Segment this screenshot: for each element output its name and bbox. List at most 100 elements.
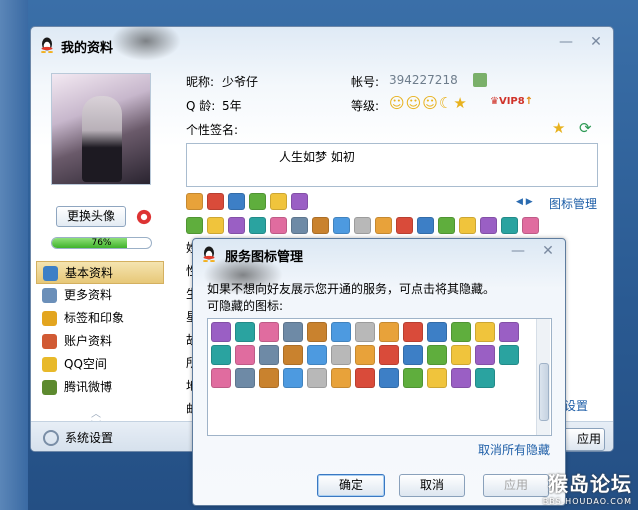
- service-icon[interactable]: [283, 345, 303, 365]
- service-icon[interactable]: [207, 217, 224, 234]
- star-edit-icon[interactable]: ★: [552, 119, 565, 137]
- dialog-minimize-button[interactable]: —: [507, 242, 529, 260]
- hideable-icons-list[interactable]: [207, 318, 552, 436]
- service-icon[interactable]: [235, 345, 255, 365]
- minimize-button[interactable]: —: [555, 33, 577, 51]
- vertical-scrollbar[interactable]: [536, 319, 550, 435]
- service-icon[interactable]: [211, 345, 231, 365]
- unhide-all-link[interactable]: 取消所有隐藏: [478, 441, 550, 458]
- service-icon[interactable]: [355, 322, 375, 342]
- service-icon[interactable]: [291, 217, 308, 234]
- service-icon[interactable]: [475, 368, 495, 388]
- service-icon[interactable]: [354, 217, 371, 234]
- service-icon[interactable]: [417, 217, 434, 234]
- service-icon[interactable]: [211, 368, 231, 388]
- service-icon[interactable]: [228, 193, 245, 210]
- service-icon[interactable]: [480, 217, 497, 234]
- service-icon[interactable]: [427, 322, 447, 342]
- sidebar-item-account[interactable]: 账户资料: [36, 330, 164, 353]
- service-icon[interactable]: [283, 322, 303, 342]
- history-icon[interactable]: ⟳: [579, 119, 592, 137]
- scrollbar-thumb[interactable]: [539, 363, 549, 421]
- service-icon[interactable]: [459, 217, 476, 234]
- service-icon[interactable]: [270, 193, 287, 210]
- service-icon[interactable]: [522, 217, 539, 234]
- qrcode-icon[interactable]: [473, 73, 487, 87]
- avatar[interactable]: [51, 73, 151, 185]
- service-icon[interactable]: [283, 368, 303, 388]
- service-icon[interactable]: [379, 322, 399, 342]
- service-icon[interactable]: [451, 322, 471, 342]
- service-icon[interactable]: [355, 345, 375, 365]
- service-icon[interactable]: [451, 345, 471, 365]
- service-icon[interactable]: [249, 217, 266, 234]
- service-icon[interactable]: [186, 193, 203, 210]
- sidebar-item-qzone[interactable]: QQ空间: [36, 353, 164, 376]
- cancel-button[interactable]: 取消: [399, 474, 465, 497]
- camera-icon[interactable]: [136, 209, 152, 225]
- service-icon[interactable]: [451, 368, 471, 388]
- service-icon[interactable]: [249, 193, 266, 210]
- service-icon[interactable]: [438, 217, 455, 234]
- service-icon[interactable]: [403, 345, 423, 365]
- service-icon[interactable]: [307, 345, 327, 365]
- document-icon: [42, 288, 57, 303]
- service-icon[interactable]: [501, 217, 518, 234]
- service-icon[interactable]: [499, 322, 519, 342]
- service-icon[interactable]: [307, 322, 327, 342]
- dialog-close-button[interactable]: ✕: [537, 242, 559, 260]
- service-icon[interactable]: [207, 193, 224, 210]
- service-icon[interactable]: [403, 368, 423, 388]
- service-icon[interactable]: [270, 217, 287, 234]
- service-icon[interactable]: [427, 368, 447, 388]
- age-value: 5年: [222, 99, 242, 113]
- service-icon[interactable]: [375, 217, 392, 234]
- service-icon[interactable]: [355, 368, 375, 388]
- service-icon[interactable]: [475, 345, 495, 365]
- service-icon[interactable]: [259, 368, 279, 388]
- service-icon[interactable]: [259, 322, 279, 342]
- service-icon[interactable]: [379, 345, 399, 365]
- service-icon[interactable]: [475, 322, 495, 342]
- service-icon[interactable]: [312, 217, 329, 234]
- service-icon[interactable]: [379, 368, 399, 388]
- settings-partial-link[interactable]: 设置: [564, 397, 588, 414]
- sun-icon: ☺: [422, 94, 439, 112]
- sidebar-item-label: 更多资料: [64, 288, 113, 302]
- sidebar-nav: 基本资料 更多资料 标签和印象 账户资料 QQ空间 腾讯微博: [36, 261, 164, 399]
- ok-button[interactable]: 确定: [317, 474, 385, 497]
- upgrade-arrow-icon: ↑: [524, 96, 534, 107]
- forum-watermark: 猴岛论坛 BBS.HOUDAO.COM: [543, 468, 632, 506]
- service-icon[interactable]: [235, 322, 255, 342]
- service-icon[interactable]: [235, 368, 255, 388]
- qq-penguin-icon: [41, 37, 53, 53]
- sidebar-item-more-info[interactable]: 更多资料: [36, 284, 164, 307]
- service-icon[interactable]: [291, 193, 308, 210]
- service-icon[interactable]: [307, 368, 327, 388]
- service-icon[interactable]: [186, 217, 203, 234]
- service-icon[interactable]: [427, 345, 447, 365]
- service-icon[interactable]: [403, 322, 423, 342]
- vip-badge[interactable]: ♛VIP8↑: [490, 96, 533, 107]
- icon-manage-link[interactable]: 图标管理: [549, 195, 597, 212]
- service-icon[interactable]: [259, 345, 279, 365]
- sidebar-item-weibo[interactable]: 腾讯微博: [36, 376, 164, 399]
- age-label: Q 龄:: [186, 99, 216, 113]
- sidebar-item-basic-info[interactable]: 基本资料: [36, 261, 164, 284]
- icon-row-arrows[interactable]: ◀ ▶: [516, 197, 533, 207]
- signature-input[interactable]: 人生如梦 如初: [186, 143, 598, 187]
- service-icon[interactable]: [331, 368, 351, 388]
- service-icon[interactable]: [211, 322, 231, 342]
- change-avatar-button[interactable]: 更换头像: [56, 206, 126, 227]
- service-icon[interactable]: [333, 217, 350, 234]
- system-settings-button[interactable]: 系统设置: [43, 427, 113, 449]
- service-icon[interactable]: [331, 345, 351, 365]
- service-icon[interactable]: [228, 217, 245, 234]
- service-icon[interactable]: [331, 322, 351, 342]
- service-icon[interactable]: [499, 345, 519, 365]
- service-icon[interactable]: [396, 217, 413, 234]
- dialog-instruction: 如果不想向好友展示您开通的服务，可点击将其隐藏。: [207, 282, 496, 296]
- desktop-edge: [0, 0, 28, 510]
- close-button[interactable]: ✕: [585, 33, 607, 51]
- sidebar-item-tags[interactable]: 标签和印象: [36, 307, 164, 330]
